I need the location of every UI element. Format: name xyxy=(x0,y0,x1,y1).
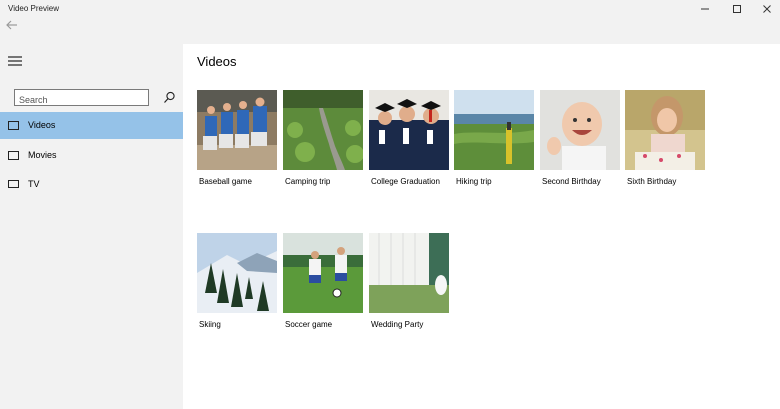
main-content: Videos Baseball game Camping trip Colleg… xyxy=(183,44,780,409)
sidebar-item-videos[interactable]: Videos xyxy=(0,112,183,139)
video-title: Second Birthday xyxy=(542,177,601,186)
video-title: College Graduation xyxy=(371,177,440,186)
video-tile-camping-trip[interactable]: Camping trip xyxy=(283,90,363,190)
tv-icon xyxy=(8,180,19,188)
search-button[interactable] xyxy=(163,91,176,104)
maximize-icon xyxy=(733,5,741,13)
video-tile-baseball-game[interactable]: Baseball game xyxy=(197,90,277,190)
video-tile-wedding-party[interactable]: Wedding Party xyxy=(369,233,449,333)
hamburger-icon xyxy=(8,56,22,66)
video-title: Baseball game xyxy=(199,177,252,186)
sidebar-item-movies[interactable]: Movies xyxy=(0,142,183,169)
video-thumbnail xyxy=(540,90,620,170)
video-tile-hiking-trip[interactable]: Hiking trip xyxy=(454,90,534,190)
minimize-button[interactable] xyxy=(690,0,720,18)
video-tile-soccer-game[interactable]: Soccer game xyxy=(283,233,363,333)
video-thumbnail xyxy=(454,90,534,170)
video-title: Camping trip xyxy=(285,177,331,186)
close-button[interactable] xyxy=(752,0,780,18)
hamburger-menu-button[interactable] xyxy=(7,54,23,68)
video-icon xyxy=(8,121,19,130)
video-tile-college-graduation[interactable]: College Graduation xyxy=(369,90,449,190)
window-title: Video Preview xyxy=(8,4,59,13)
video-tile-second-birthday[interactable]: Second Birthday xyxy=(540,90,620,190)
video-title: Soccer game xyxy=(285,320,333,329)
video-tile-skiing[interactable]: Skiing xyxy=(197,233,277,333)
sidebar-item-label: Movies xyxy=(28,150,57,160)
video-title: Wedding Party xyxy=(371,320,424,329)
video-title: Skiing xyxy=(199,320,221,329)
video-title: Hiking trip xyxy=(456,177,492,186)
close-icon xyxy=(763,5,771,13)
video-thumbnail xyxy=(283,233,363,313)
video-thumbnail xyxy=(369,90,449,170)
video-thumbnail xyxy=(197,233,277,313)
search-icon xyxy=(164,91,175,103)
back-arrow-icon xyxy=(6,20,17,30)
video-title: Sixth Birthday xyxy=(627,177,677,186)
sidebar: Videos Movies TV xyxy=(0,44,183,409)
search-box xyxy=(14,89,149,107)
video-thumbnail xyxy=(283,90,363,170)
page-title: Videos xyxy=(197,54,237,69)
title-bar: Video Preview xyxy=(0,0,780,18)
maximize-button[interactable] xyxy=(722,0,752,18)
minimize-icon xyxy=(701,8,709,10)
back-button[interactable] xyxy=(2,18,24,34)
sidebar-item-label: TV xyxy=(28,179,40,189)
movie-icon xyxy=(8,151,19,160)
search-input[interactable] xyxy=(19,93,145,107)
video-thumbnail xyxy=(369,233,449,313)
sidebar-item-label: Videos xyxy=(28,120,56,130)
navigation-row xyxy=(0,18,780,44)
video-tile-sixth-birthday[interactable]: Sixth Birthday xyxy=(625,90,705,190)
video-thumbnail xyxy=(625,90,705,170)
video-thumbnail xyxy=(197,90,277,170)
sidebar-item-tv[interactable]: TV xyxy=(0,171,183,198)
